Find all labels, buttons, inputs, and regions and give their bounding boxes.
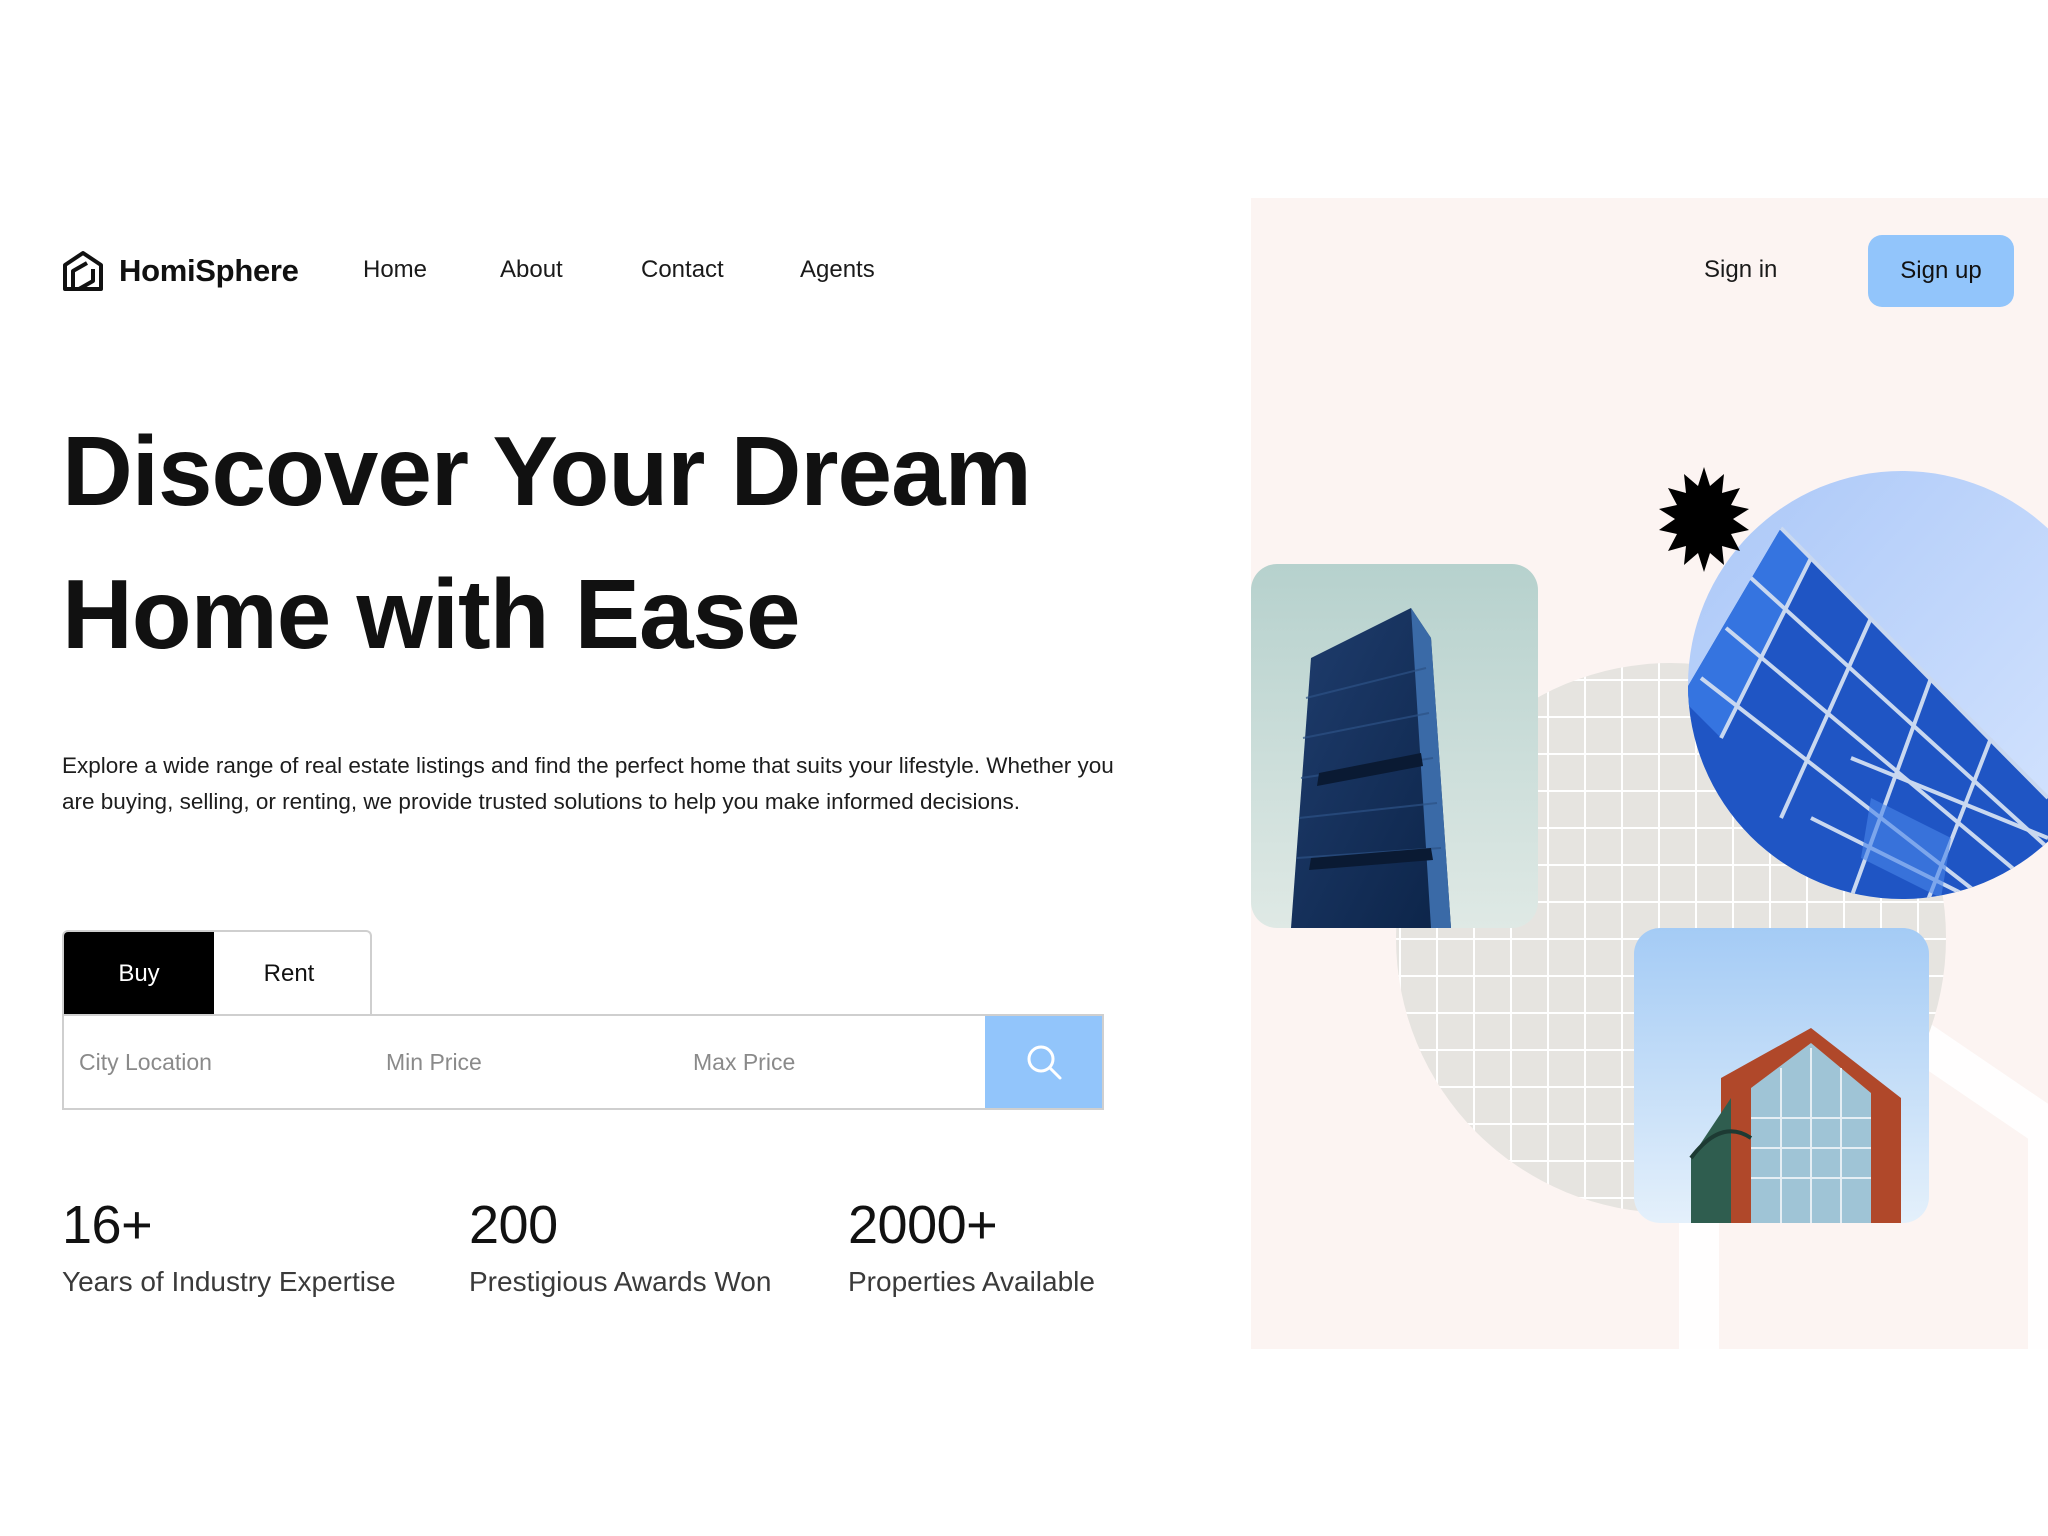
house-logo-icon [63, 251, 103, 291]
listing-type-tabs: Buy Rent [62, 930, 372, 1015]
stat-properties: 2000+ Properties Available [848, 1190, 1095, 1302]
nav-item-about[interactable]: About [500, 256, 563, 284]
hero-headline-line1: Discover Your Dream [62, 416, 1032, 526]
hero-collage [1251, 467, 2048, 1349]
nav-item-agents[interactable]: Agents [800, 256, 875, 284]
hero-headline-line2: Home with Ease [62, 559, 801, 669]
nav-item-home[interactable]: Home [363, 256, 427, 284]
hero-image-panel [1251, 198, 2048, 1349]
stat-label: Prestigious Awards Won [469, 1266, 772, 1297]
hero-headline: Discover Your Dream Home with Ease [62, 400, 1162, 686]
search-button[interactable] [985, 1016, 1102, 1108]
search-icon [1027, 1045, 1061, 1080]
stat-label: Properties Available [848, 1266, 1095, 1297]
stat-value: 16+ [62, 1195, 153, 1255]
stat-awards: 200 Prestigious Awards Won [469, 1190, 771, 1302]
property-search-bar [62, 1014, 1104, 1110]
signup-button[interactable]: Sign up [1868, 235, 2014, 307]
brand-name: HomiSphere [119, 253, 299, 288]
signin-link[interactable]: Sign in [1704, 256, 1777, 284]
stat-years: 16+ Years of Industry Expertise [62, 1190, 396, 1302]
stat-value: 200 [469, 1195, 558, 1255]
hero-description: Explore a wide range of real estate list… [62, 753, 1114, 814]
min-price-input[interactable] [371, 1016, 678, 1108]
tab-rent[interactable]: Rent [214, 932, 364, 1015]
tab-buy[interactable]: Buy [64, 932, 214, 1015]
signup-button-label: Sign up [1900, 257, 1982, 284]
brand-logo[interactable]: HomiSphere [61, 249, 299, 293]
building-photo-tower [1251, 564, 1538, 928]
stat-label: Years of Industry Expertise [62, 1266, 396, 1297]
stat-value: 2000+ [848, 1195, 998, 1255]
city-location-input[interactable] [64, 1016, 371, 1108]
landing-page: HomiSphere Home About Contact Agents Sig… [0, 0, 2048, 1536]
max-price-input[interactable] [678, 1016, 985, 1108]
nav-item-contact[interactable]: Contact [641, 256, 724, 284]
building-photo-brick [1634, 928, 1929, 1223]
